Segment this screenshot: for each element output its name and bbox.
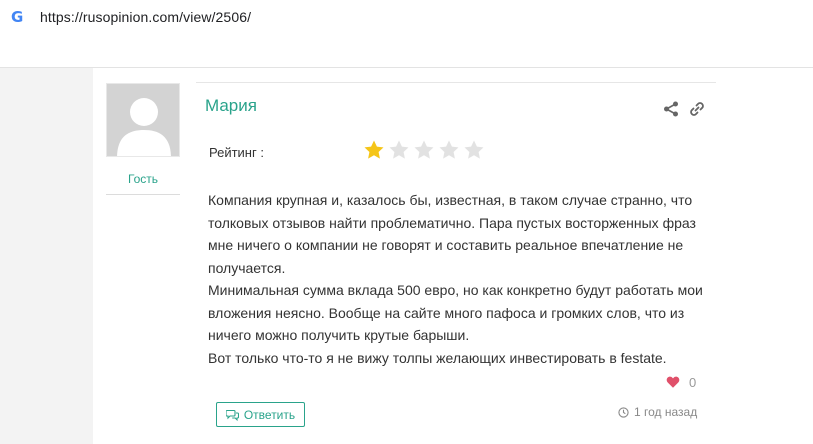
like-count: 0 <box>689 375 697 390</box>
review-paragraph: Минимальная сумма вклада 500 евро, но ка… <box>208 282 703 343</box>
star-empty-icon <box>414 140 434 159</box>
reply-label: Ответить <box>243 407 296 422</box>
rating-label: Рейтинг : <box>209 145 264 160</box>
user-silhouette-icon <box>107 84 179 156</box>
timestamp: 1 год назад <box>618 405 697 419</box>
url-text[interactable]: https://rusopinion.com/view/2506/ <box>40 9 251 25</box>
divider <box>196 82 716 83</box>
divider <box>106 194 180 195</box>
comments-icon <box>225 409 239 421</box>
reply-button[interactable]: Ответить <box>216 402 305 427</box>
heart-icon[interactable] <box>666 375 680 389</box>
star-rating <box>363 139 488 161</box>
link-icon[interactable] <box>689 101 705 117</box>
review-card: Гость Мария Рейтинг : Компания крупная и… <box>93 68 813 444</box>
share-icon[interactable] <box>663 101 679 117</box>
browser-address-bar: G https://rusopinion.com/view/2506/ <box>0 0 813 36</box>
review-text: Компания крупная и, казалось бы, известн… <box>208 189 718 369</box>
page-background: Гость Мария Рейтинг : Компания крупная и… <box>0 68 813 444</box>
google-icon: G <box>11 8 24 26</box>
time-ago: 1 год назад <box>634 405 698 419</box>
avatar <box>106 83 180 157</box>
author-role: Гость <box>127 172 159 186</box>
star-empty-icon <box>389 140 409 159</box>
review-paragraph: Компания крупная и, казалось бы, известн… <box>208 192 696 276</box>
star-filled-icon <box>364 140 384 159</box>
star-empty-icon <box>464 140 484 159</box>
review-paragraph: Вот только что-то я не вижу толпы желающ… <box>208 349 667 366</box>
author-name[interactable]: Мария <box>205 96 257 116</box>
star-empty-icon <box>439 140 459 159</box>
header-spacer <box>0 36 813 68</box>
clock-icon <box>618 406 629 418</box>
